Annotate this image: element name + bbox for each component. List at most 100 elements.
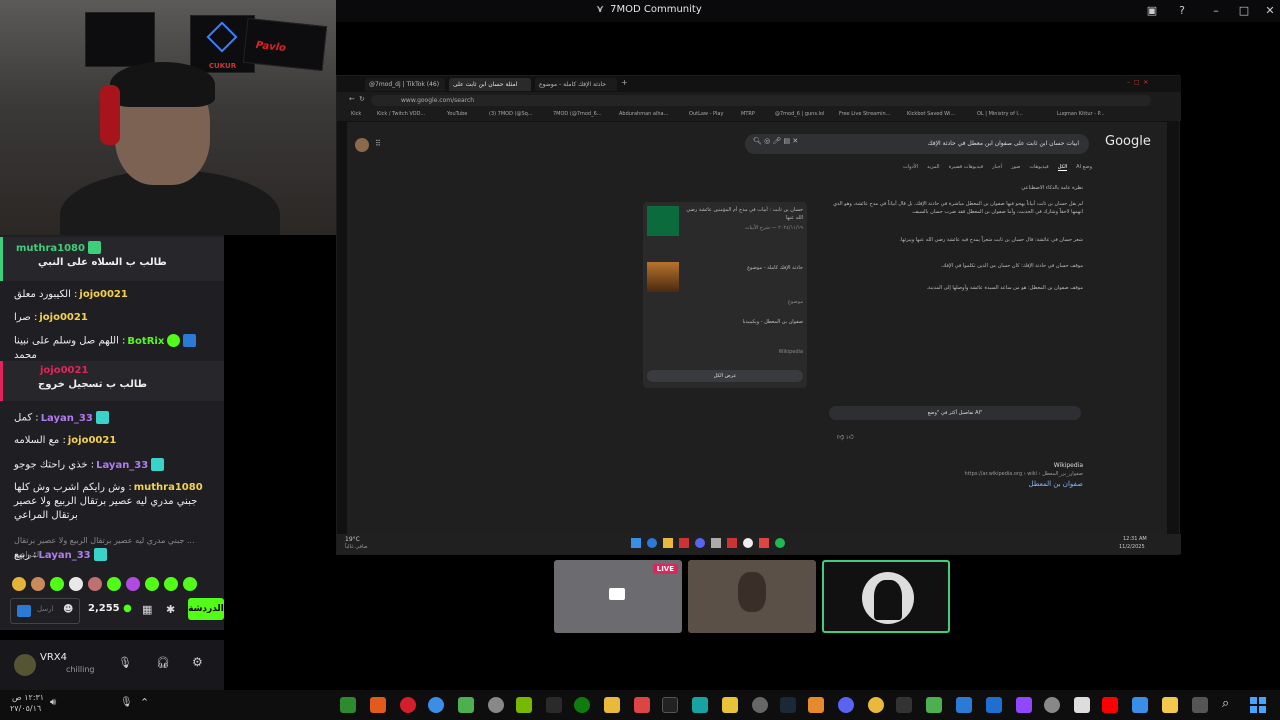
app-icon[interactable] bbox=[458, 697, 474, 713]
filter-tab[interactable]: أخبار bbox=[992, 164, 1002, 171]
epic-icon[interactable] bbox=[662, 697, 678, 713]
app-icon[interactable] bbox=[808, 697, 824, 713]
close-button[interactable]: ✕ bbox=[1262, 3, 1278, 19]
search-tools-icons[interactable]: 🔍︎ ◎ 🎤︎ ▤ ✕ bbox=[753, 137, 798, 145]
chat-input[interactable]: ارسل ☻ bbox=[10, 598, 80, 624]
bookmark[interactable]: OutLaw - Play bbox=[689, 111, 723, 117]
mic-tray-icon[interactable]: 🎙︎ bbox=[120, 697, 133, 708]
send-icon[interactable] bbox=[17, 605, 31, 617]
app-icon[interactable] bbox=[692, 697, 708, 713]
maximize-button[interactable]: □ bbox=[1236, 3, 1252, 19]
stream-tile[interactable]: LIVE bbox=[554, 560, 682, 633]
result-url[interactable]: https://ar.wikipedia.org › wiki › صفوان_… bbox=[907, 471, 1083, 477]
app-icon[interactable] bbox=[956, 697, 972, 713]
start-icon[interactable] bbox=[1250, 697, 1266, 713]
app-icon[interactable] bbox=[926, 697, 942, 713]
bookmark[interactable]: Luqman Kittur - P... bbox=[1057, 111, 1105, 117]
app-icon[interactable] bbox=[604, 697, 620, 713]
search-icon[interactable]: ⌕ bbox=[1222, 696, 1229, 711]
settings-app-icon[interactable] bbox=[1044, 697, 1060, 713]
refresh-icon[interactable]: ↻ bbox=[359, 95, 365, 103]
volume-icon[interactable]: 🔊︎ bbox=[50, 697, 56, 708]
browser-tab-active[interactable]: امثلة حسان ابن ثابت على د... bbox=[449, 78, 531, 101]
ai-more-button[interactable]: تفاصيل أكثر في "وضع AI" bbox=[829, 406, 1081, 420]
tray-chevron-icon[interactable]: ⌃ bbox=[140, 696, 149, 709]
address-bar[interactable]: www.google.com/search bbox=[371, 95, 1151, 106]
bookmark[interactable]: YouTube bbox=[447, 111, 467, 117]
browser-tab[interactable]: @7mod_dj | TikTok (46) bbox=[365, 78, 445, 91]
file-explorer-icon[interactable] bbox=[1162, 697, 1178, 713]
ai-overview-text: لم يقل حسان بن ثابت أبياتاً يهجو فيها صف… bbox=[833, 201, 1083, 215]
user-settings-icon[interactable]: ⚙ bbox=[192, 655, 203, 669]
youtube-icon[interactable] bbox=[1102, 697, 1118, 713]
store-icon[interactable]: ▦ bbox=[142, 603, 152, 616]
bookmark[interactable]: Kick bbox=[351, 111, 361, 117]
settings-icon[interactable]: ✱ bbox=[166, 603, 175, 616]
card-thumb bbox=[647, 262, 679, 292]
points-count[interactable]: 2,255 ● bbox=[88, 603, 132, 614]
bookmark[interactable]: @7mod_6 | guns.lol bbox=[775, 111, 824, 117]
chrome-icon[interactable] bbox=[428, 697, 444, 713]
app-icon[interactable] bbox=[1016, 697, 1032, 713]
inbox-icon[interactable]: ▣ bbox=[1144, 3, 1160, 19]
app-icon[interactable] bbox=[722, 697, 738, 713]
bookmark[interactable]: Abdurahman alha... bbox=[619, 111, 668, 117]
account-avatar[interactable] bbox=[355, 138, 369, 152]
app-icon[interactable] bbox=[488, 697, 504, 713]
app-icon[interactable] bbox=[868, 697, 884, 713]
discord-icon[interactable] bbox=[838, 697, 854, 713]
bookmark[interactable]: (3) 7MOD (@Sq... bbox=[489, 111, 533, 117]
app-icon[interactable] bbox=[340, 697, 356, 713]
bookmark[interactable]: 7MOD (@7mod_6... bbox=[553, 111, 602, 117]
browser-tab[interactable]: حادثة الإفك كاملة - موضوع bbox=[535, 78, 617, 91]
emoji-icon[interactable]: ☻ bbox=[63, 604, 73, 615]
app-logo-icon: ⋎ bbox=[596, 4, 605, 15]
app-icon[interactable] bbox=[752, 697, 768, 713]
taskbar-apps[interactable] bbox=[631, 538, 785, 548]
app-icon[interactable] bbox=[1132, 697, 1148, 713]
steam-icon[interactable] bbox=[780, 697, 796, 713]
filter-tab[interactable]: صور bbox=[1011, 164, 1020, 171]
source-card-title[interactable]: صفوان بن المعطل - ويكيبيديا bbox=[647, 318, 803, 326]
bookmark[interactable]: Free Live Streamin... bbox=[839, 111, 890, 117]
app-icon[interactable] bbox=[634, 697, 650, 713]
bookmark[interactable]: MTRP bbox=[741, 111, 755, 117]
microphone-icon[interactable]: 🎙︎ bbox=[118, 656, 132, 669]
app-icon[interactable] bbox=[1074, 697, 1090, 713]
google-results-page: ⠿ ابيات حسان ابن ثابت على صفوان ابن معطل… bbox=[347, 122, 1167, 534]
app-icon[interactable] bbox=[986, 697, 1002, 713]
headset-icon[interactable]: 🎧︎ bbox=[156, 656, 170, 669]
video-tile[interactable] bbox=[688, 560, 816, 633]
filter-tab[interactable]: الأدوات bbox=[903, 164, 918, 171]
source-card-title[interactable]: حسان بن ثابت : أبيات في مدح أم المؤمنين … bbox=[683, 206, 803, 222]
new-tab-button[interactable]: + bbox=[621, 78, 628, 87]
chat-send-button[interactable]: الدردشة bbox=[188, 598, 224, 620]
filter-tab-active[interactable]: الكل bbox=[1057, 164, 1068, 171]
show-all-button[interactable]: عرض الكل bbox=[647, 370, 803, 382]
help-icon[interactable]: ? bbox=[1174, 3, 1190, 19]
emote-bar[interactable] bbox=[12, 576, 212, 592]
nvidia-icon[interactable] bbox=[516, 697, 532, 713]
app-icon[interactable] bbox=[370, 697, 386, 713]
task-view-icon[interactable] bbox=[1192, 697, 1208, 713]
bookmark[interactable]: Kick / Twitch VOD... bbox=[377, 111, 425, 117]
app-icon[interactable] bbox=[896, 697, 912, 713]
app-icon[interactable] bbox=[546, 697, 562, 713]
filter-tab[interactable]: فيديوهات قصيرة bbox=[949, 164, 984, 171]
bookmark[interactable]: Kickbot Saved Wi... bbox=[907, 111, 955, 117]
result-title[interactable]: صفوان بن المعطل bbox=[953, 480, 1083, 488]
minimize-button[interactable]: – bbox=[1208, 3, 1224, 19]
xbox-icon[interactable] bbox=[574, 697, 590, 713]
bookmark[interactable]: OL | Ministry of I... bbox=[977, 111, 1023, 117]
apps-grid-icon[interactable]: ⠿ bbox=[375, 139, 381, 148]
filter-tab[interactable]: المزيد bbox=[927, 164, 940, 171]
avatar[interactable] bbox=[14, 654, 36, 676]
feedback-icons[interactable]: 👎︎ 👍︎ bbox=[837, 432, 854, 441]
source-card-title[interactable]: حادثة الإفك كاملة - موضوع bbox=[683, 264, 803, 272]
filter-tab[interactable]: وضع AI bbox=[1076, 164, 1092, 171]
speaking-tile[interactable] bbox=[822, 560, 950, 633]
back-icon[interactable]: ← bbox=[349, 95, 355, 103]
browser-window-controls[interactable]: – □ ✕ bbox=[1127, 79, 1148, 86]
opera-icon[interactable] bbox=[400, 697, 416, 713]
filter-tab[interactable]: فيديوهات bbox=[1029, 164, 1048, 171]
